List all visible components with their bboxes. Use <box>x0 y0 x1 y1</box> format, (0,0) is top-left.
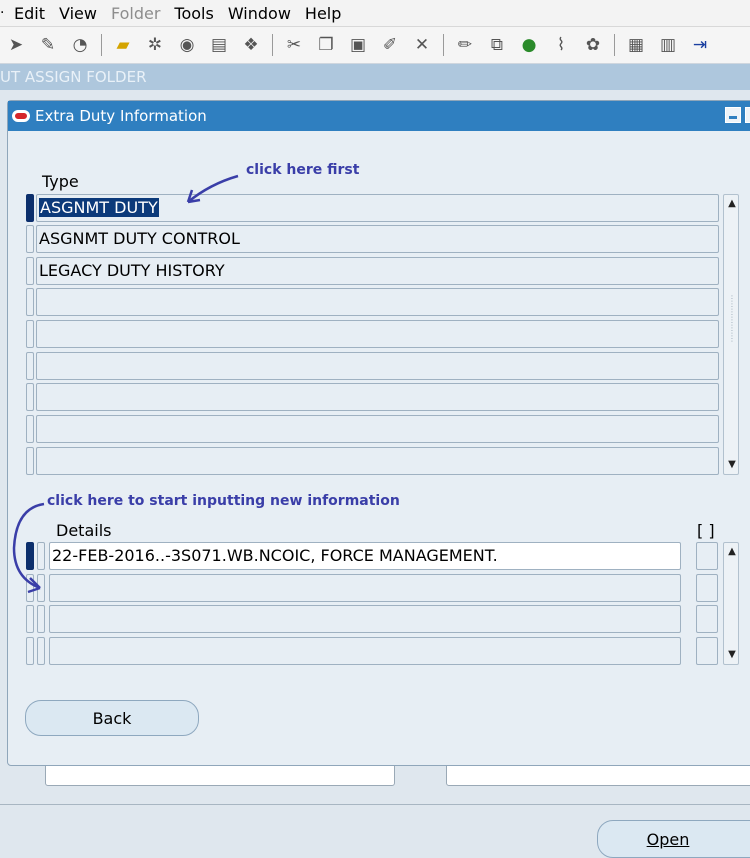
menu-help[interactable]: Help <box>301 4 351 23</box>
exit-icon[interactable]: ⇥ <box>687 32 713 58</box>
navigator-icon[interactable]: ➤ <box>3 32 29 58</box>
type-cell[interactable]: ASGNMT DUTY CONTROL <box>36 225 719 253</box>
background-form-title: UT ASSIGN FOLDER <box>0 64 750 90</box>
annotation-arrow-new <box>12 502 45 594</box>
edit-record-icon[interactable]: ✐ <box>377 32 403 58</box>
flexfield-label: [ ] <box>697 521 715 540</box>
edit-field-icon[interactable]: ✏ <box>452 32 478 58</box>
scroll-down-icon[interactable]: ▼ <box>724 648 740 662</box>
toolbar: ➤ ✎ ◔ ▰ ✲ ◉ ▤ ❖ ✂ ❐ ▣ ✐ ✕ ✏ ⧉ ● ⌇ ✿ ▦ ▥ … <box>0 26 750 64</box>
clock-icon[interactable]: ◔ <box>67 32 93 58</box>
details-column-label: Details <box>56 521 112 540</box>
type-cell[interactable] <box>36 447 719 475</box>
scroll-up-icon[interactable]: ▲ <box>724 197 740 211</box>
toolbar-separator <box>443 34 444 56</box>
details-scrollbar[interactable]: ▲ ▼ <box>723 542 739 665</box>
menu-bar: · Edit View Folder Tools Window Help <box>0 0 750 26</box>
row-selector[interactable] <box>37 605 45 633</box>
type-cell[interactable] <box>36 320 719 348</box>
scroll-down-icon[interactable]: ▼ <box>724 458 740 472</box>
tools-icon[interactable]: ✲ <box>142 32 168 58</box>
record-indicator[interactable] <box>26 383 34 411</box>
type-cell[interactable] <box>36 383 719 411</box>
toolbar-separator <box>272 34 273 56</box>
toolbar-separator <box>614 34 615 56</box>
flexfield-cell[interactable] <box>696 542 718 570</box>
oracle-icon <box>12 110 30 122</box>
maximize-icon[interactable] <box>745 107 750 123</box>
record-indicator[interactable] <box>26 352 34 380</box>
calendar-icon[interactable]: ▦ <box>623 32 649 58</box>
menu-view[interactable]: View <box>55 4 107 23</box>
open-button[interactable]: Open <box>597 820 750 858</box>
zoom-form-icon[interactable]: ⧉ <box>484 32 510 58</box>
record-indicator[interactable] <box>26 288 34 316</box>
flexfield-cell[interactable] <box>696 574 718 602</box>
find-icon[interactable]: ◉ <box>174 32 200 58</box>
menu-folder[interactable]: Folder <box>107 4 170 23</box>
details-cell[interactable] <box>49 574 681 602</box>
record-indicator[interactable] <box>26 225 34 253</box>
annotation-arrow-first <box>186 174 239 204</box>
flexfield-cell[interactable] <box>696 605 718 633</box>
delete-icon[interactable]: ✕ <box>409 32 435 58</box>
details-cell[interactable] <box>49 637 681 665</box>
details-cell[interactable]: 22-FEB-2016..-3S071.WB.NCOIC, FORCE MANA… <box>49 542 681 570</box>
print-icon[interactable]: ▤ <box>206 32 232 58</box>
attachments-icon[interactable]: ⌇ <box>548 32 574 58</box>
zoom-icon[interactable]: ✎ <box>35 32 61 58</box>
record-indicator[interactable] <box>26 447 34 475</box>
type-scrollbar[interactable]: ▲ ⋮ ⋮ ⋮ ⋮ ⋮ ⋮ ▼ <box>723 194 739 475</box>
type-cell[interactable]: ASGNMT DUTY <box>36 194 719 222</box>
menu-tools[interactable]: Tools <box>170 4 223 23</box>
save-icon[interactable]: ▰ <box>110 32 136 58</box>
folder-tools-icon[interactable]: ✿ <box>580 32 606 58</box>
details-cell[interactable] <box>49 605 681 633</box>
cut-icon[interactable]: ✂ <box>281 32 307 58</box>
annotation-click-first: click here first <box>246 162 360 178</box>
flexfield-cell[interactable] <box>696 637 718 665</box>
translations-icon[interactable]: ❖ <box>238 32 264 58</box>
type-cell[interactable] <box>36 415 719 443</box>
record-indicator[interactable] <box>26 415 34 443</box>
annotation-click-new: click here to start inputting new inform… <box>47 493 400 509</box>
paste-icon[interactable]: ▣ <box>345 32 371 58</box>
type-cell[interactable]: LEGACY DUTY HISTORY <box>36 257 719 285</box>
dialog-titlebar: Extra Duty Information <box>8 101 750 131</box>
menu-window[interactable]: Window <box>224 4 301 23</box>
background-divider <box>0 804 750 805</box>
dialog-title: Extra Duty Information <box>35 107 207 125</box>
clear-icon[interactable]: ▥ <box>655 32 681 58</box>
type-cell[interactable] <box>36 288 719 316</box>
scroll-grip[interactable]: ⋮ ⋮ ⋮ ⋮ ⋮ ⋮ <box>728 295 736 343</box>
record-indicator[interactable] <box>26 320 34 348</box>
type-column-label: Type <box>42 172 79 191</box>
globe-icon[interactable]: ● <box>516 32 542 58</box>
scroll-up-icon[interactable]: ▲ <box>724 545 740 559</box>
record-indicator[interactable] <box>26 605 34 633</box>
row-selector[interactable] <box>37 637 45 665</box>
menu-edge-fragment: · <box>0 5 5 21</box>
record-indicator[interactable] <box>26 637 34 665</box>
record-indicator[interactable] <box>26 257 34 285</box>
menu-edit[interactable]: Edit <box>10 4 55 23</box>
type-cell[interactable] <box>36 352 719 380</box>
record-indicator[interactable] <box>26 194 34 222</box>
minimize-icon[interactable] <box>725 107 741 123</box>
toolbar-separator <box>101 34 102 56</box>
copy-icon[interactable]: ❐ <box>313 32 339 58</box>
back-button[interactable]: Back <box>25 700 199 736</box>
